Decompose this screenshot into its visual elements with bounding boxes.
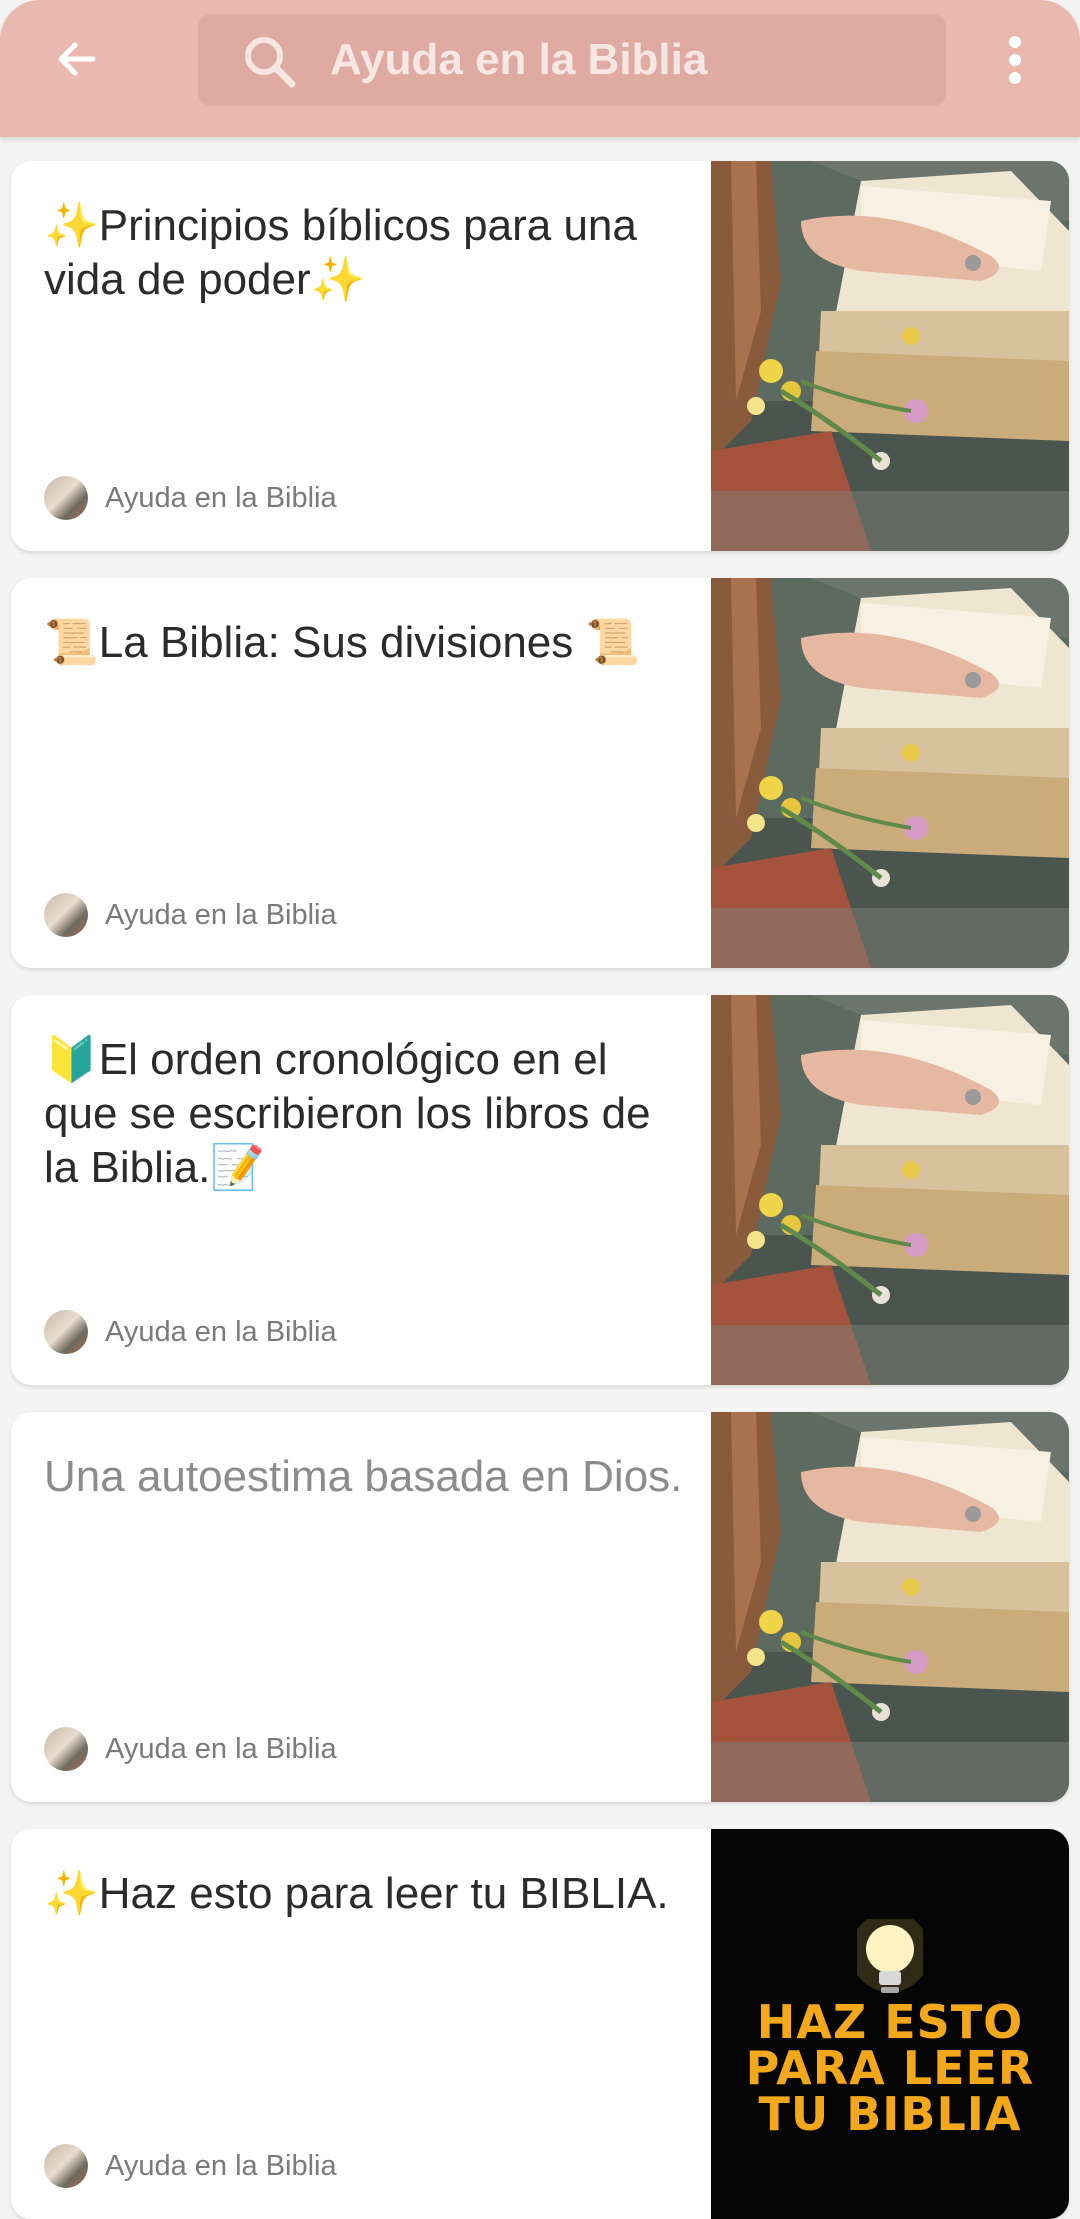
author-name: Ayuda en la Biblia: [105, 1315, 337, 1348]
story-thumbnail: HAZ ESTO PARA LEER TU BIBLIA: [711, 1829, 1069, 2219]
story-card[interactable]: Una autoestima basada en Dios. Ayuda en …: [11, 1412, 1069, 1802]
story-thumbnail: [711, 578, 1069, 968]
more-options-button[interactable]: [990, 30, 1040, 90]
author-name: Ayuda en la Biblia: [105, 481, 337, 514]
story-thumbnail: [711, 1412, 1069, 1802]
story-title: 📜La Biblia: Sus divisiones 📜: [44, 618, 641, 667]
story-author: Ayuda en la Biblia: [44, 1727, 337, 1771]
story-card[interactable]: ✨Principios bíblicos para una vida de po…: [11, 161, 1069, 551]
avatar: [44, 2144, 88, 2188]
avatar: [44, 476, 88, 520]
thumbnail-text-line: HAZ ESTO: [756, 1995, 1024, 2049]
story-title: 🔰El orden cronológico en el que se escri…: [44, 1035, 651, 1192]
story-author: Ayuda en la Biblia: [44, 1310, 337, 1354]
story-title: ✨Principios bíblicos para una vida de po…: [44, 201, 637, 304]
dot: [1009, 72, 1021, 84]
avatar: [44, 1727, 88, 1771]
author-name: Ayuda en la Biblia: [105, 2149, 337, 2182]
author-name: Ayuda en la Biblia: [105, 1732, 337, 1765]
avatar: [44, 893, 88, 937]
thumbnail-text-line: PARA LEER: [745, 2041, 1035, 2095]
story-author: Ayuda en la Biblia: [44, 2144, 337, 2188]
story-thumbnail: [711, 161, 1069, 551]
story-card[interactable]: ✨Haz esto para leer tu BIBLIA. Ayuda en …: [11, 1829, 1069, 2219]
story-card[interactable]: 📜La Biblia: Sus divisiones 📜 Ayuda en la…: [11, 578, 1069, 968]
arrow-left-icon: [58, 42, 96, 76]
avatar: [44, 1310, 88, 1354]
story-card[interactable]: 🔰El orden cronológico en el que se escri…: [11, 995, 1069, 1385]
dot: [1009, 36, 1021, 48]
dot: [1009, 54, 1021, 66]
thumbnail-text: HAZ ESTO PARA LEER TU BIBLIA: [711, 1999, 1069, 2137]
thumbnail-text-line: TU BIBLIA: [758, 2087, 1022, 2141]
top-app-bar: Ayuda en la Biblia: [0, 0, 1080, 137]
story-title: Una autoestima basada en Dios.: [44, 1452, 683, 1501]
story-author: Ayuda en la Biblia: [44, 476, 337, 520]
search-field[interactable]: Ayuda en la Biblia: [198, 14, 946, 106]
author-name: Ayuda en la Biblia: [105, 898, 337, 931]
search-icon: [245, 37, 296, 88]
search-input[interactable]: Ayuda en la Biblia: [330, 14, 707, 106]
story-title: ✨Haz esto para leer tu BIBLIA.: [44, 1869, 669, 1918]
story-author: Ayuda en la Biblia: [44, 893, 337, 937]
story-thumbnail: [711, 995, 1069, 1385]
lightbulb-icon: [857, 1919, 923, 1993]
back-button[interactable]: [40, 22, 114, 96]
